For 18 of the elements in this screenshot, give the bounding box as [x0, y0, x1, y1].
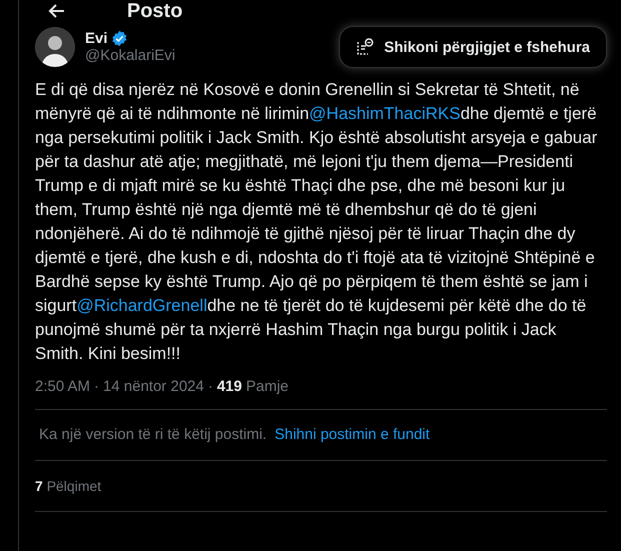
separator-dot: ·	[208, 378, 213, 395]
post-date: 14 nëntor 2024	[103, 378, 204, 395]
author-name[interactable]: Evi	[85, 30, 108, 47]
mention-link[interactable]: @HashimThaciRKS	[309, 104, 460, 123]
hidden-replies-button[interactable]: Shikoni përgjigjet e fshehura	[339, 26, 607, 68]
mention-link[interactable]: @RichardGrenell	[76, 296, 208, 315]
post-text: E di që disa njerëz në Kosovë e donin Grenellin si Sekretar të Shtetit, në mënyrë që ai të ndihmonte në lirimin@HashimThaciRKSdhe djemtë e tjerë nga persekutimi politik i Jack Smith. Kjo është absolutisht arsyeja e gabuar për ta dashur atë atje; megjithatë, më lejoni t'ju them djema—Presidenti Trump e di mjaft mirë se ku është Thaçi dhe pse, dhe më besoni kur ju them, Trump është një nga djemtë më të dhembshur që do të gjeni ndonjëherë. Ai do të ndihmojë të gjithë njësoj për të liruar Thaçin dhe dy djemtë e tjerë, dhe kush e di, ndoshta do t'i ftojë ata të vizitojnë Shtëpinë e Bardhë sepse ky është Trump. Ajo që po përpiqem të them është se jam i sigurt@RichardGrenelldhe ne të tjerët do të kujdesemi për këtë dhe do të punojmë shumë për ta nxjerrë Hashim Thaçin nga burgu politik i Jack Smith. Kini besim!!!	[35, 79, 598, 365]
views-count: 419	[216, 378, 242, 395]
views-label: Pamje	[246, 378, 289, 395]
hidden-replies-icon	[356, 38, 374, 56]
page-title: Posto	[127, 0, 183, 22]
version-notice: Ka një version të ri të këtij postimi.	[39, 426, 267, 443]
author-handle[interactable]: @KokalariEvi	[85, 47, 330, 64]
post-time[interactable]: 2:50 AM	[35, 378, 90, 395]
separator-dot: ·	[94, 378, 100, 395]
likes-count[interactable]: 7 Pëlqimet	[35, 461, 607, 512]
latest-post-link[interactable]: Shihni postimin e fundit	[274, 426, 430, 443]
avatar-silhouette[interactable]	[35, 27, 75, 67]
